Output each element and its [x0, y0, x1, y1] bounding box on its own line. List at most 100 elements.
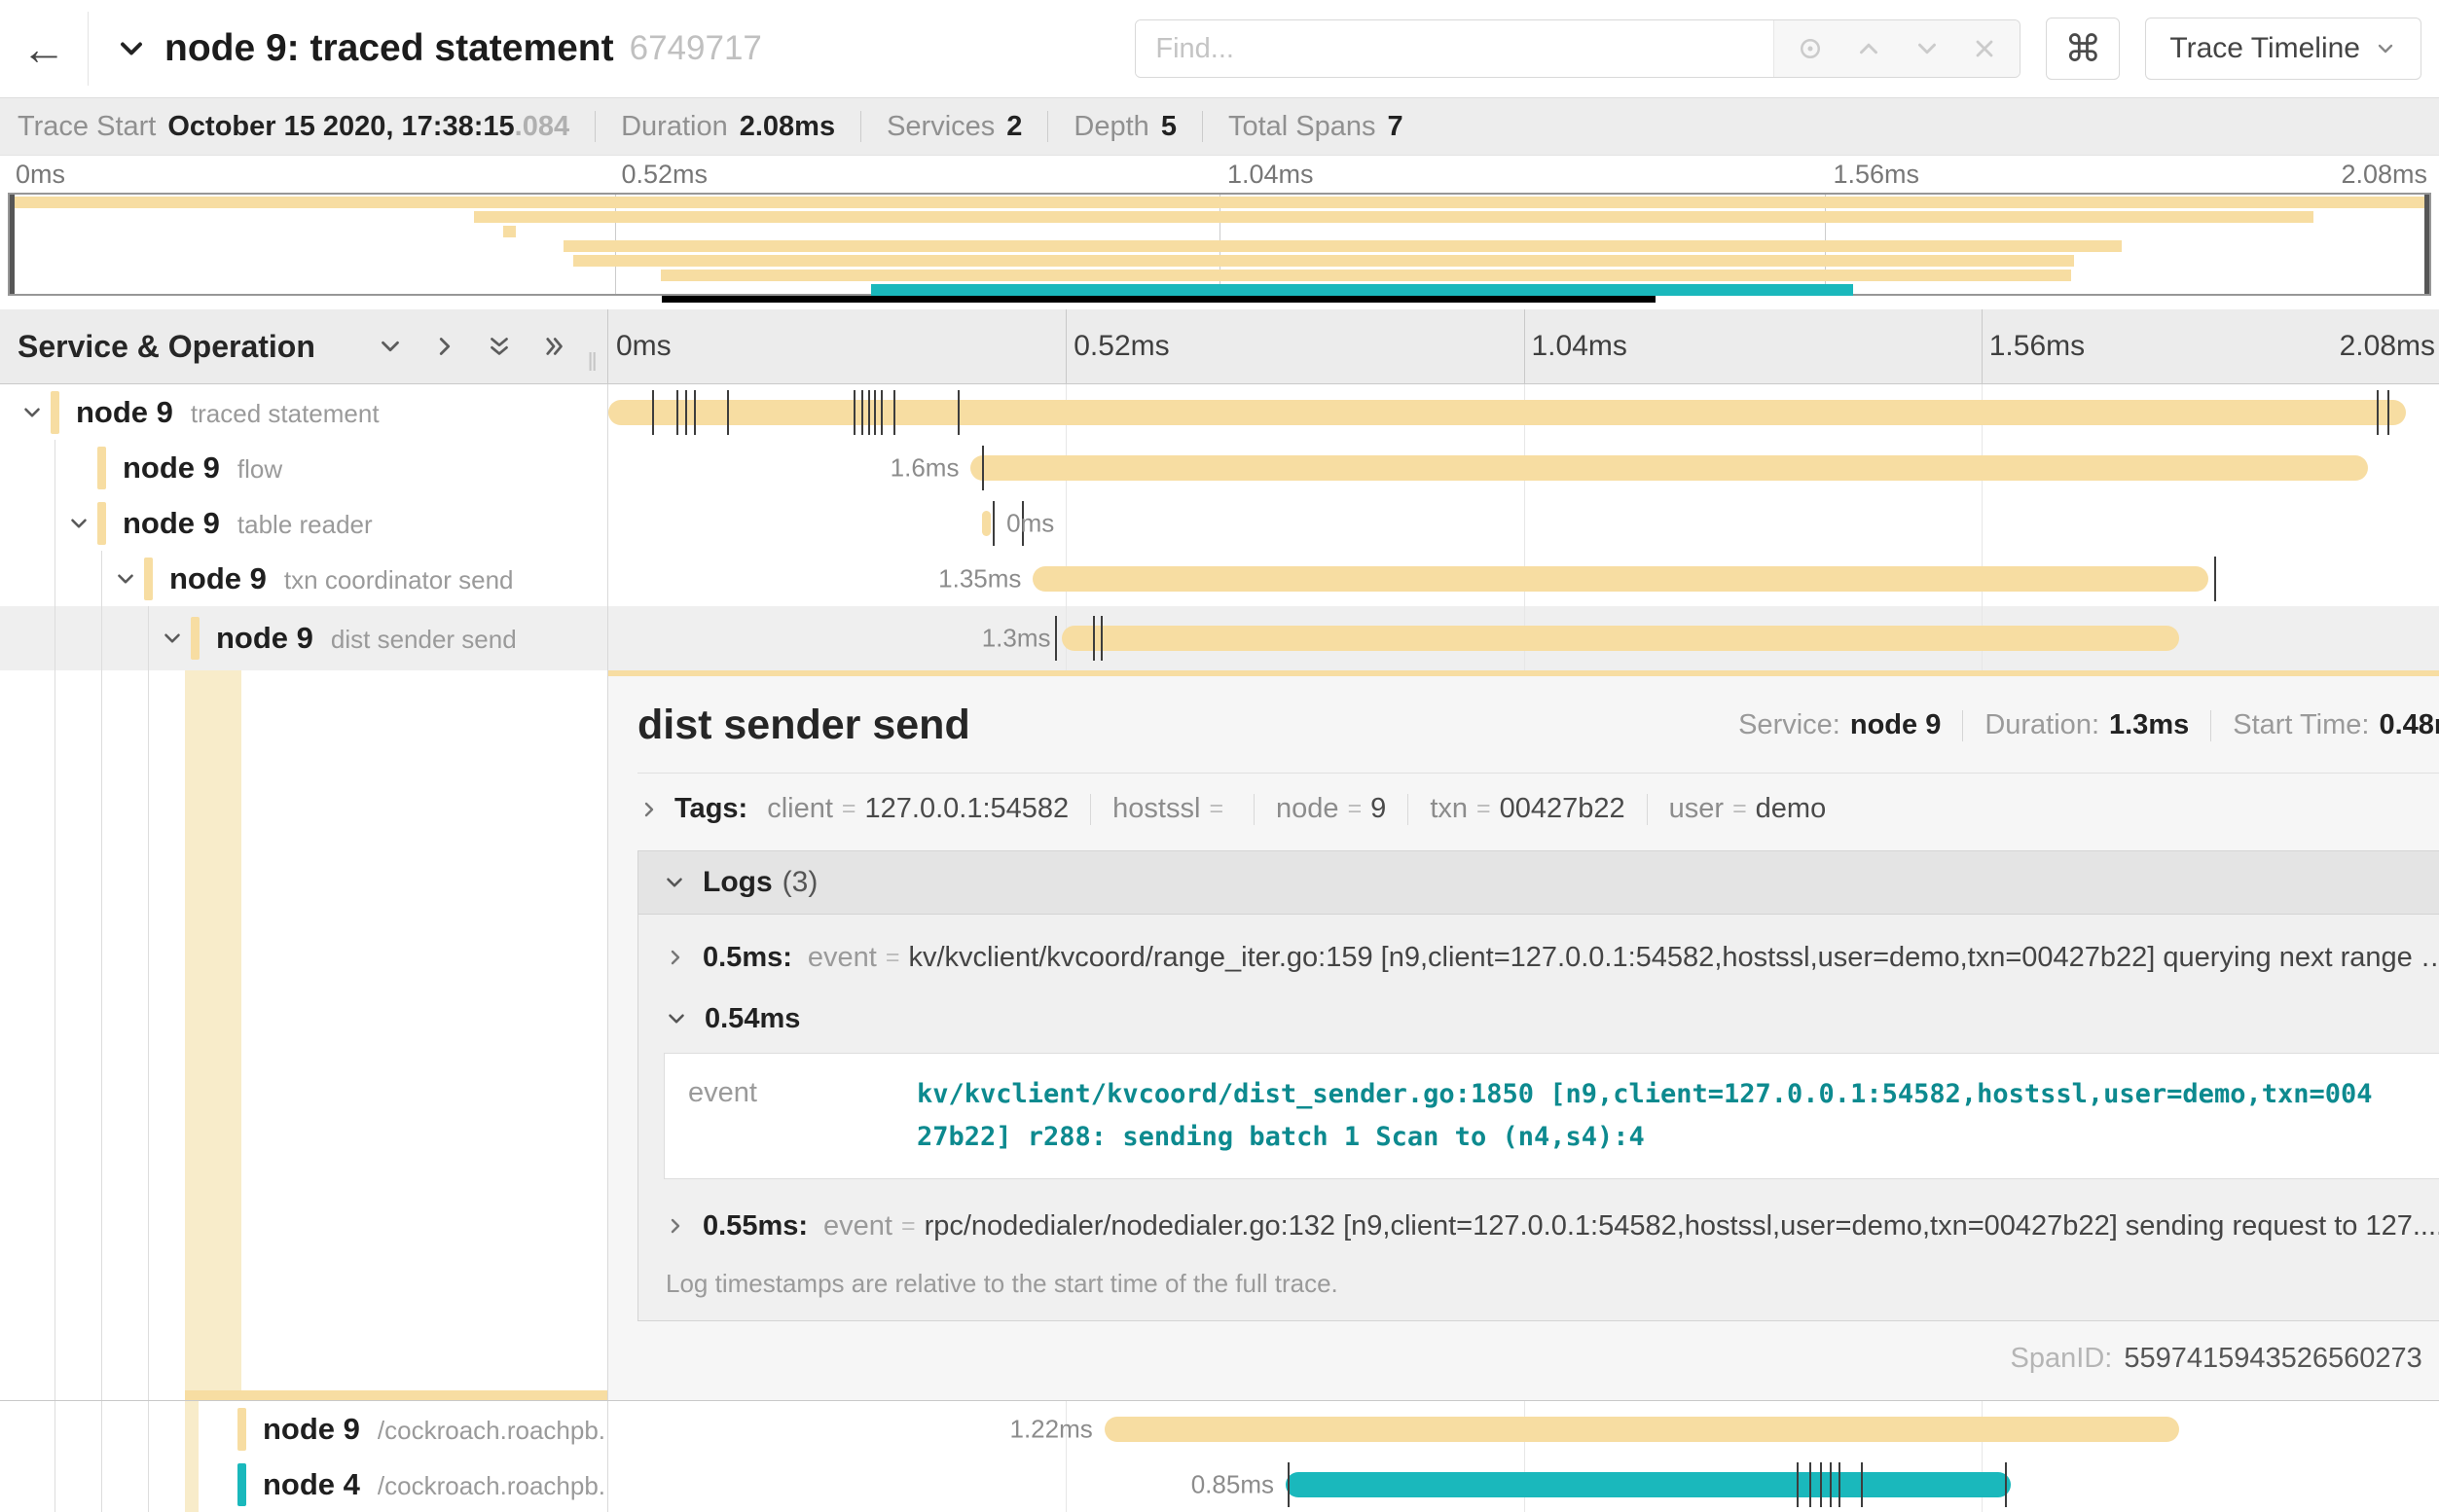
span-rows: node 9traced statementnode 9flow1.6msnod…	[0, 384, 2439, 670]
minimap-canvas[interactable]	[8, 193, 2431, 296]
summary-value: 7	[1388, 111, 1403, 143]
span-duration-bar[interactable]	[608, 400, 2406, 425]
span-tree-item[interactable]: node 9/cockroach.roachpb.I…	[0, 1401, 608, 1457]
match-locate-icon[interactable]	[1796, 34, 1825, 63]
tag-key: txn	[1430, 793, 1468, 825]
summary-label: Trace Start	[18, 111, 156, 143]
collapse-all-icon[interactable]	[485, 332, 514, 361]
service-name: node 4	[263, 1467, 360, 1501]
span-id-label: SpanID:	[2011, 1343, 2113, 1375]
span-event-tick	[1797, 1462, 1799, 1507]
tag-value: 127.0.0.1:54582	[865, 793, 1070, 825]
logs-header[interactable]: Logs (3)	[638, 851, 2439, 915]
span-duration-bar[interactable]	[1286, 1472, 2011, 1497]
find-clear-icon[interactable]	[1971, 35, 1998, 62]
tag-equals: =	[1209, 795, 1223, 823]
service-name: node 9	[216, 621, 313, 655]
selected-indent-band	[185, 670, 241, 1400]
span-timeline-cell: 0ms	[608, 495, 2439, 551]
summary-label: Services	[887, 111, 995, 143]
viewport-left-handle[interactable]	[10, 195, 15, 294]
minimap-scroll-indicator[interactable]	[662, 296, 1656, 303]
back-button[interactable]: ←	[0, 0, 88, 97]
span-event-tick	[1830, 1462, 1832, 1507]
span-tree-item[interactable]: node 9table reader	[0, 495, 608, 551]
span-duration-bar[interactable]	[1105, 1417, 2179, 1442]
span-duration-label: 0ms	[1006, 508, 1054, 538]
chevron-down-icon[interactable]	[113, 566, 138, 592]
span-tree-item[interactable]: node 9traced statement	[0, 384, 608, 440]
tags-accordion[interactable]: Tags: client=127.0.0.1:54582hostssl=node…	[637, 793, 2439, 825]
divider	[637, 773, 2439, 774]
find-bar	[1135, 19, 2020, 78]
chevron-down-icon	[662, 870, 687, 895]
span-tree-item[interactable]: node 9flow	[0, 440, 608, 495]
span-event-tick	[881, 390, 883, 435]
tags-label: Tags:	[674, 793, 747, 825]
ruler-tick-label: 2.08ms	[2340, 330, 2435, 363]
log-timestamp: 0.5ms:	[703, 942, 792, 974]
expand-one-icon[interactable]	[430, 332, 459, 361]
timeline-gridline	[1982, 495, 1983, 551]
minimap-tick-label: 0.52ms	[622, 160, 709, 190]
span-row: node 4/cockroach.roachpb.I…0.85ms	[0, 1457, 2439, 1512]
summary-label: Total Spans	[1228, 111, 1376, 143]
span-event-tick	[1093, 616, 1095, 661]
divider	[1962, 710, 1963, 741]
find-input[interactable]	[1136, 20, 1773, 77]
span-duration-bar[interactable]	[1062, 626, 2178, 651]
span-name-wrapper: node 9table reader	[123, 506, 373, 541]
operation-name: traced statement	[191, 399, 380, 428]
trace-view-selector-button[interactable]: Trace Timeline	[2145, 18, 2421, 80]
column-resize-handle[interactable]: ‖	[587, 347, 600, 378]
indent-guide	[101, 1401, 102, 1457]
log-entry-detail: eventkv/kvclient/kvcoord/dist_sender.go:…	[664, 1053, 2439, 1179]
chevron-down-icon[interactable]	[66, 511, 91, 536]
span-event-tick	[854, 390, 855, 435]
detail-meta-value: 0.48ms	[2379, 709, 2439, 741]
tag-equals: =	[1732, 795, 1747, 823]
chevron-down-icon[interactable]	[19, 400, 45, 425]
divider	[1090, 794, 1091, 825]
find-prev-icon[interactable]	[1854, 34, 1883, 63]
tag-key: client	[767, 793, 833, 825]
selected-indent-guide	[185, 1401, 199, 1457]
span-tree-item[interactable]: node 4/cockroach.roachpb.I…	[0, 1457, 608, 1512]
divider	[1647, 794, 1648, 825]
span-timeline-cell	[608, 384, 2439, 440]
span-row: node 9traced statement	[0, 384, 2439, 440]
expand-all-icon[interactable]	[539, 332, 568, 361]
page-title: node 9: traced statement	[164, 27, 614, 70]
collapse-one-icon[interactable]	[376, 332, 405, 361]
keyboard-shortcuts-button[interactable]: ⌘	[2046, 18, 2120, 80]
service-name: node 9	[263, 1412, 360, 1446]
span-duration-bar[interactable]	[982, 511, 991, 536]
service-color-bar	[51, 391, 59, 434]
span-row: node 9flow1.6ms	[0, 440, 2439, 495]
log-entry-row[interactable]: 0.5ms:event=kv/kvclient/kvcoord/range_it…	[664, 926, 2439, 989]
span-duration-bar[interactable]	[1033, 566, 2208, 592]
span-event-tick	[958, 390, 960, 435]
timeline-gridline	[1066, 495, 1067, 551]
span-row: node 9table reader 0ms	[0, 495, 2439, 551]
span-tree-item[interactable]: node 9dist sender send	[0, 606, 608, 670]
service-operation-title: Service & Operation	[18, 329, 315, 365]
timeline-header-row: Service & Operation ‖ 0ms0.52ms1.04ms1.5…	[0, 309, 2439, 384]
span-detail-title: dist sender send	[637, 702, 970, 749]
viewport-right-handle[interactable]	[2424, 195, 2429, 294]
divider	[595, 111, 596, 142]
indent-guide	[148, 670, 149, 1400]
minimap-span-bar	[564, 240, 2122, 252]
chevron-down-icon[interactable]	[160, 626, 185, 651]
collapse-title-chevron-icon[interactable]	[114, 31, 149, 66]
span-timeline-cell: 1.35ms	[608, 551, 2439, 606]
minimap-tick-label: 1.04ms	[1227, 160, 1314, 190]
span-duration-bar[interactable]	[970, 455, 2367, 481]
log-entry-header[interactable]: 0.54ms	[664, 989, 2439, 1049]
span-tree-item[interactable]: node 9txn coordinator send	[0, 551, 608, 606]
timeline-ruler: 0ms0.52ms1.04ms1.56ms2.08ms	[608, 309, 2439, 383]
span-id-row: SpanID: 5597415943526560273	[637, 1321, 2439, 1400]
log-entry-row[interactable]: 0.55ms:event=rpc/nodedialer/nodedialer.g…	[664, 1195, 2439, 1257]
find-next-icon[interactable]	[1912, 34, 1942, 63]
span-event-tick	[874, 390, 876, 435]
